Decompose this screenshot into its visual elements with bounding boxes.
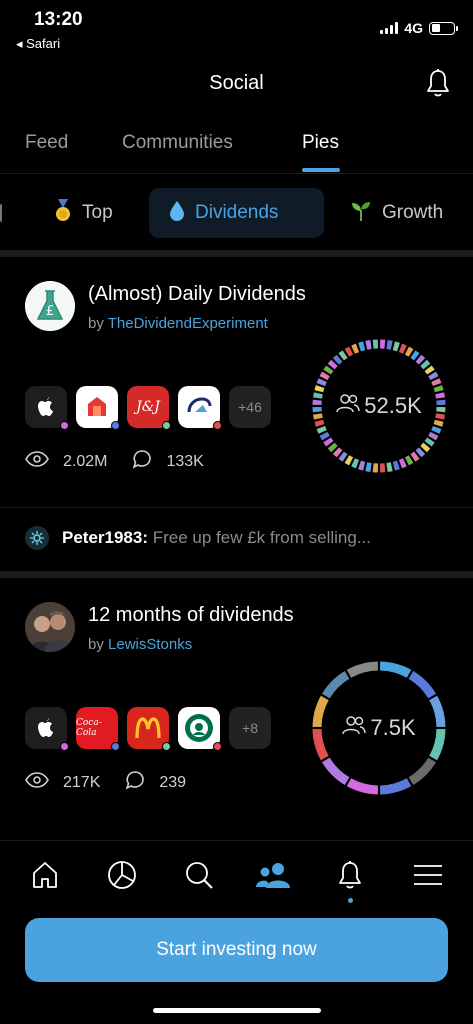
commenter-avatar (25, 526, 49, 550)
previous-filter-fragment[interactable] (0, 204, 4, 222)
comment-bubble-icon (132, 449, 152, 474)
start-investing-button[interactable]: Start investing now (25, 918, 448, 982)
holding-color-dot (162, 742, 171, 751)
status-indicators: 4G (380, 20, 458, 36)
holding-color-dot (213, 742, 222, 751)
svg-text:£: £ (46, 304, 54, 319)
coca-cola-logo-icon: Coca-Cola (76, 707, 120, 751)
filter-growth[interactable]: Growth (350, 188, 443, 238)
mcdonalds-logo-icon (127, 707, 171, 751)
section-divider (0, 571, 473, 578)
eye-icon (25, 451, 49, 472)
tab-pies[interactable]: Pies (302, 132, 339, 154)
author-link[interactable]: LewisStonks (108, 636, 192, 653)
signal-icon (380, 22, 399, 34)
apple-logo-icon (25, 386, 69, 430)
filter-top-label: Top (82, 202, 113, 223)
social-tabs: Feed Communities Pies (0, 120, 473, 174)
starbucks-logo-icon (178, 707, 222, 751)
by-prefix: by (88, 636, 109, 653)
eye-icon (25, 772, 49, 793)
jnj-logo-icon: J&J (127, 386, 171, 430)
tab-communities[interactable]: Communities (122, 132, 233, 154)
pie-title[interactable]: 12 months of dividends (88, 604, 294, 627)
followers-count: 7.5K (370, 715, 416, 740)
pie-stats: 217K 239 (25, 770, 186, 795)
holding-color-dot (60, 742, 69, 751)
nav-home-icon[interactable] (27, 857, 63, 893)
nav-search-icon[interactable] (181, 857, 217, 893)
pie-card[interactable]: 12 months of dividends by LewisStonks Co… (0, 578, 473, 828)
bottom-navigation (0, 840, 473, 912)
realty-logo-icon (76, 386, 120, 430)
holding-color-dot (213, 421, 222, 430)
nav-notifications-bell-icon[interactable] (332, 857, 368, 893)
pie-card[interactable]: £ (Almost) Daily Dividends by TheDividen… (0, 257, 473, 507)
holding-color-dot (60, 421, 69, 430)
network-label: 4G (404, 20, 423, 36)
latest-comment[interactable]: Peter1983: Free up few £k from selling..… (0, 507, 473, 561)
followers-icon (342, 715, 367, 741)
holdings-list: J&J +46 (25, 386, 271, 430)
nav-social-icon[interactable] (255, 857, 291, 893)
pie-allocation-ring: 7.5K (309, 658, 449, 798)
pie-stats: 2.02M 133K (25, 449, 204, 474)
comment-bubble-icon (125, 770, 145, 795)
author-link[interactable]: TheDividendExperiment (108, 315, 268, 332)
section-divider (0, 250, 473, 257)
comment-user: Peter1983: (62, 528, 149, 547)
pie-title[interactable]: (Almost) Daily Dividends (88, 283, 306, 306)
followers-icon (336, 393, 360, 419)
status-time: 13:20 (34, 9, 83, 30)
followers-label: 7.5K (309, 658, 449, 798)
apple-logo-icon (25, 707, 69, 751)
filter-dividends[interactable]: Dividends (149, 188, 324, 238)
holding-color-dot (111, 742, 120, 751)
pie-avatar (25, 602, 75, 652)
views-count: 217K (63, 773, 101, 791)
medal-icon (54, 198, 72, 228)
nav-unread-dot (348, 898, 353, 903)
pie-allocation-ring: 52.5K (309, 336, 449, 476)
tab-feed[interactable]: Feed (25, 132, 68, 154)
nav-menu-icon[interactable] (410, 857, 446, 893)
droplet-icon (169, 200, 185, 227)
comments-count: 133K (166, 452, 204, 470)
pie-filters: Top Dividends Growth (0, 184, 473, 242)
pie-avatar: £ (25, 281, 75, 331)
pie-author-line: by LewisStonks (88, 636, 192, 653)
back-to-safari-link[interactable]: ◂ Safari (16, 36, 60, 52)
views-count: 2.02M (63, 452, 108, 470)
by-prefix: by (88, 315, 108, 332)
holding-color-dot (111, 421, 120, 430)
header: Social (0, 58, 473, 110)
filter-growth-label: Growth (382, 202, 444, 223)
active-tab-indicator (302, 168, 340, 172)
filter-dividends-label: Dividends (195, 202, 279, 223)
more-holdings-badge[interactable]: +8 (229, 707, 271, 749)
page-title: Social (209, 72, 264, 94)
home-indicator (153, 1008, 321, 1013)
wba-logo-icon (178, 386, 222, 430)
status-bar: 13:20 ◂ Safari 4G (0, 0, 473, 58)
followers-label: 52.5K (309, 336, 449, 476)
nav-pie-chart-icon[interactable] (104, 857, 140, 893)
followers-count: 52.5K (364, 393, 422, 418)
sprout-icon (350, 200, 372, 227)
comment-body: Free up few £k from selling... (148, 528, 371, 547)
comments-count: 239 (159, 773, 187, 791)
more-holdings-badge[interactable]: +46 (229, 386, 271, 428)
filter-top[interactable]: Top (54, 188, 113, 238)
notifications-bell-icon[interactable] (425, 68, 451, 98)
holding-color-dot (162, 421, 171, 430)
comment-text: Peter1983: Free up few £k from selling..… (62, 528, 371, 548)
holdings-list: Coca-Cola +8 (25, 707, 271, 751)
pie-author-line: by TheDividendExperiment (88, 315, 268, 332)
battery-icon (429, 21, 458, 35)
